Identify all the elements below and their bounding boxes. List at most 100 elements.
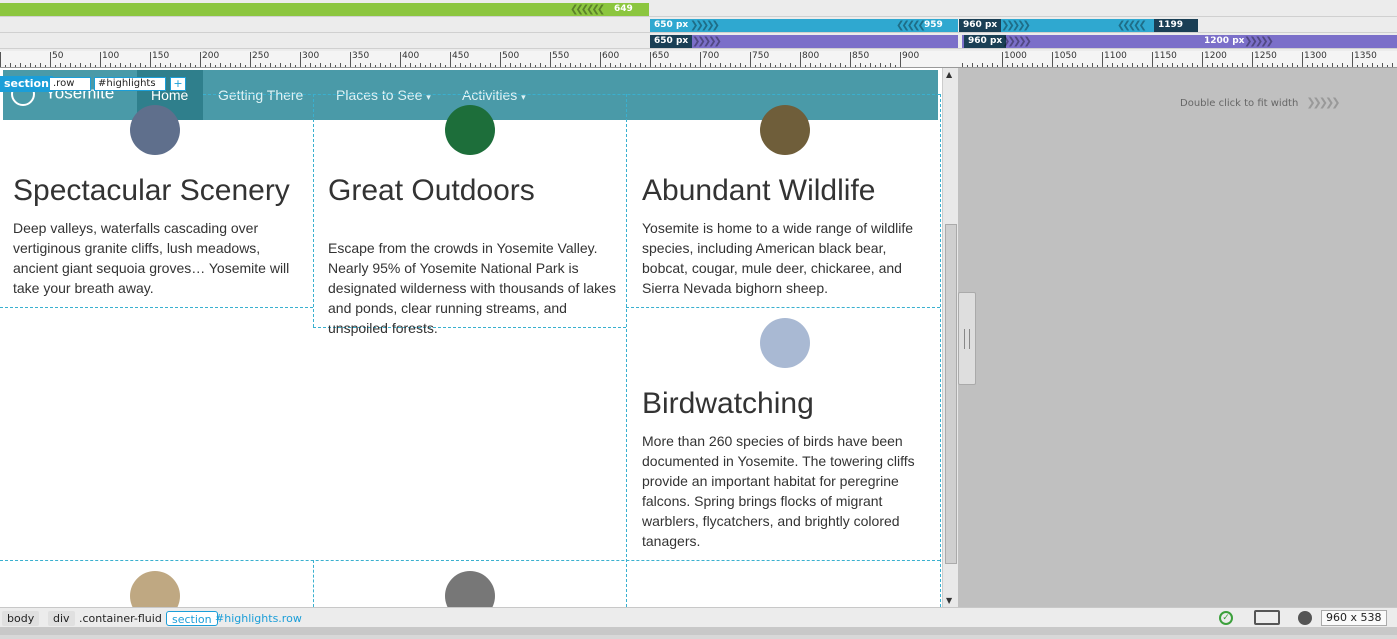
mq-bar-960-1199[interactable]: 960 px ❯❯❯❯❯ ❮❮❮❮❮ 1199 px (959, 19, 1198, 43)
mq-unit: px (1232, 36, 1245, 46)
highlight-title: Abundant Wildlife (642, 174, 876, 207)
status-bar: body div .container-fluid section #highl… (0, 607, 1397, 638)
chevron-left-icon: ❮❮❮❮❮❮ (570, 4, 605, 15)
ruler-label: 350 (352, 51, 370, 61)
mq-row-range: 650 px ❯❯❯❯❯ ❮❮❮❮❮ 959 px 960 px ❯❯❯❯❯ ❮… (0, 19, 1397, 43)
ruler-label: 1300 (1304, 51, 1327, 61)
fit-width-hint[interactable]: Double click to fit width ❯❯❯❯❯ (1180, 96, 1340, 109)
ruler-label: 1000 (1004, 51, 1027, 61)
column-guide (313, 560, 314, 607)
mq-unit: px (675, 36, 689, 46)
ruler-label: 750 (752, 51, 770, 61)
ruler-label: 850 (852, 51, 870, 61)
tent-icon (130, 571, 180, 607)
chevron-left-icon: ❮❮❮❮❮ (1117, 20, 1147, 31)
column-guide (626, 94, 627, 607)
ruler-label: 1200 (1204, 51, 1227, 61)
ruler-label: 50 (52, 51, 64, 61)
highlight-text: Escape from the crowds in Yosemite Valle… (328, 240, 616, 336)
mq-row-min: 650 px ❯❯❯❯❯ 960 px ❯❯❯❯❯ 1200 px ❯❯❯❯❯ (0, 35, 1397, 49)
breadcrumb-container[interactable]: .container-fluid (74, 611, 167, 626)
ruler-label: 1250 (1254, 51, 1277, 61)
leaf-icon (445, 105, 495, 155)
ruler-label: 1100 (1104, 51, 1127, 61)
nav-item-getting-there[interactable]: Getting There (218, 87, 303, 103)
live-view-viewport[interactable]: Yosemite Home Getting There Places to Se… (0, 68, 942, 607)
nav-label: Activities (462, 87, 518, 103)
breadcrumb-div[interactable]: div (48, 611, 75, 626)
add-selector-button[interactable]: + (170, 77, 186, 91)
chevron-right-icon: ❯❯❯❯❯ (692, 36, 722, 47)
ruler-label: 550 (552, 51, 570, 61)
ruler-label: 400 (402, 51, 420, 61)
panel-divider (0, 627, 1397, 635)
mq-bar-649[interactable]: ❮❮❮❮❮❮ 649 px (0, 3, 649, 27)
column-guide (940, 94, 941, 607)
chevron-left-icon: ❮❮❮❮❮ (896, 20, 926, 31)
row-guide (0, 560, 940, 561)
mq-label: 650 (654, 20, 673, 30)
fit-hint-label: Double click to fit width (1180, 98, 1299, 109)
chevron-right-icon: ❯❯❯❯❯ (1244, 36, 1274, 47)
ruler-label: 450 (452, 51, 470, 61)
ruler-label: 650 (652, 51, 670, 61)
mq-label: 649 (614, 4, 633, 14)
highlight-text: More than 260 species of birds have been… (642, 433, 915, 549)
row-guide (626, 307, 940, 308)
scroll-up-icon[interactable]: ▲ (946, 70, 952, 79)
globe-icon[interactable] (1298, 611, 1312, 625)
highlight-title: Great Outdoors (328, 174, 535, 207)
car-icon (445, 571, 495, 607)
mq-label: 960 (963, 20, 982, 30)
ruler-label: 250 (252, 51, 270, 61)
ruler-label: 200 (202, 51, 220, 61)
mq-row-max: ❮❮❮❮❮❮ 649 px (0, 3, 1397, 27)
mq-label: 960 (968, 36, 987, 46)
ruler-label: 1150 (1154, 51, 1177, 61)
highlight-title: Spectacular Scenery (13, 174, 290, 207)
nav-item-places-to-see[interactable]: Places to See ▾ (336, 87, 431, 103)
mountain-icon (130, 105, 180, 155)
device-preview-icon[interactable] (1254, 610, 1280, 625)
id-selector-box[interactable]: #highlights (94, 77, 166, 91)
ruler-label: 900 (902, 51, 920, 61)
nav-item-activities[interactable]: Activities ▾ (462, 87, 526, 103)
ruler-label: 150 (152, 51, 170, 61)
canvas-background (958, 68, 1397, 607)
class-selector-box[interactable]: .row (49, 77, 91, 91)
horizontal-ruler[interactable]: 50 100 150 200 250 300 350 400 450 500 550 600 650 70… (0, 51, 1397, 68)
paw-icon (760, 105, 810, 155)
mq-label: 1199 (1158, 20, 1184, 30)
check-icon[interactable]: ✓ (1219, 611, 1233, 625)
ruler-label: 500 (502, 51, 520, 61)
mq-bar-min-960[interactable]: 960 px ❯❯❯❯❯ 1200 px ❯❯❯❯❯ (962, 35, 1397, 48)
breadcrumb-highlights[interactable]: #highlights.row (210, 611, 307, 626)
column-guide (313, 94, 314, 327)
chevron-right-icon: ❯❯❯❯❯ (1306, 96, 1340, 109)
mq-unit: px (984, 20, 998, 30)
ruler-label: 1050 (1054, 51, 1077, 61)
chevron-right-icon: ❯❯❯❯❯ (1001, 20, 1031, 31)
vertical-scrollbar[interactable]: ▲ ▼ (942, 68, 958, 607)
window-size-select[interactable]: 960 x 538 ▾ (1321, 610, 1387, 638)
binoculars-icon (760, 318, 810, 368)
resize-handle[interactable] (958, 292, 976, 385)
mq-bar-min-650[interactable]: 650 px ❯❯❯❯❯ (650, 35, 958, 48)
grip-icon (964, 329, 970, 349)
nav-label: Places to See (336, 87, 423, 103)
mq-bar-650-959[interactable]: 650 px ❯❯❯❯❯ ❮❮❮❮❮ 959 px (650, 19, 958, 43)
row-guide (0, 307, 313, 308)
mq-unit: px (675, 20, 689, 30)
chevron-right-icon: ❯❯❯❯❯ (690, 20, 720, 31)
ruler-label: 800 (802, 51, 820, 61)
element-tag-label[interactable]: section (0, 76, 53, 92)
highlight-text: Deep valleys, waterfalls cascading over … (13, 220, 290, 296)
scrollbar-thumb[interactable] (945, 224, 957, 564)
ruler-label: 100 (102, 51, 120, 61)
breadcrumb-body[interactable]: body (2, 611, 40, 626)
scroll-down-icon[interactable]: ▼ (946, 596, 952, 605)
media-query-bars: ❮❮❮❮❮❮ 649 px 650 px ❯❯❯❯❯ ❮❮❮❮❮ 959 px … (0, 0, 1397, 51)
ruler-label: 1350 (1354, 51, 1377, 61)
mq-label: 959 (924, 20, 943, 30)
nav-label: Getting There (218, 87, 304, 103)
